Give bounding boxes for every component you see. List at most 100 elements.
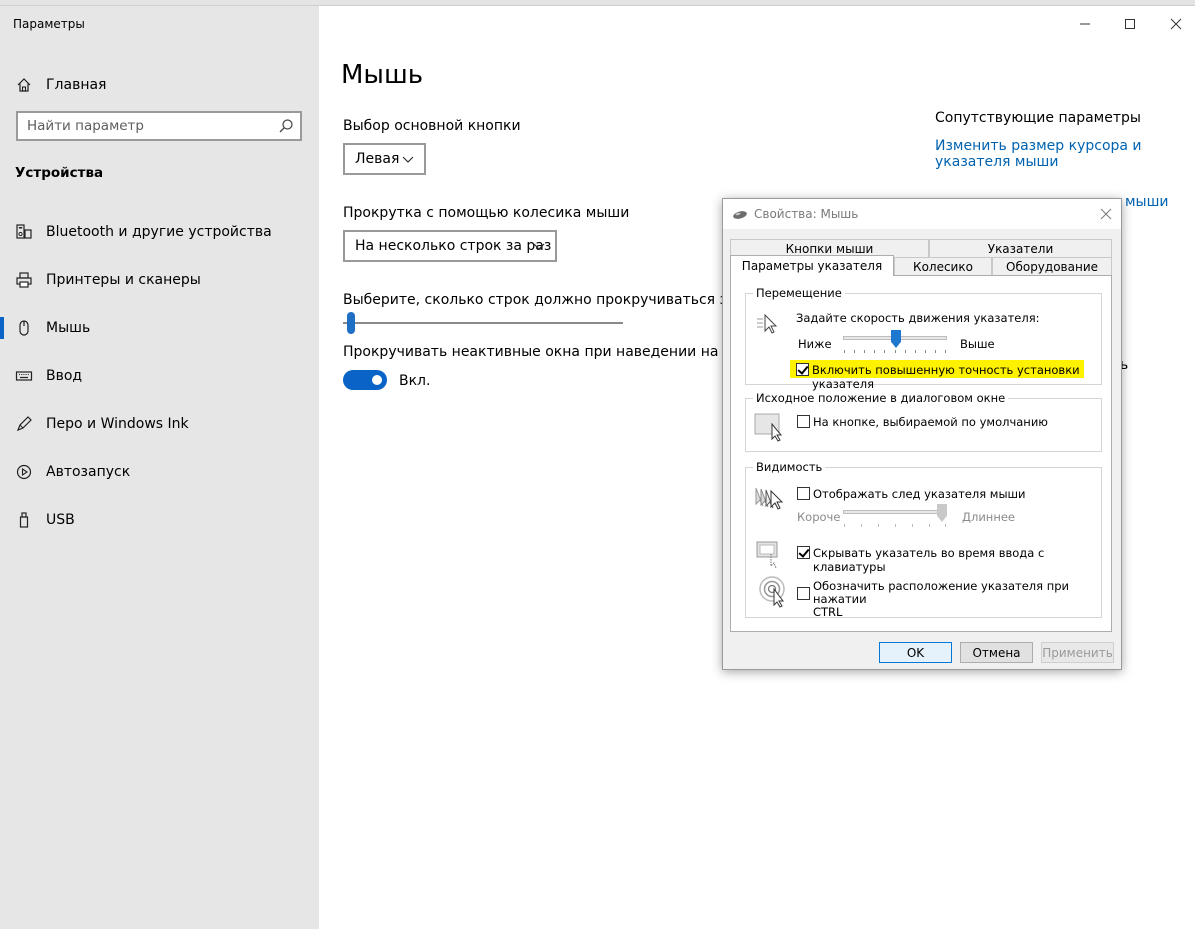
sidebar-item-label: Ввод: [46, 368, 83, 384]
snap-checkbox[interactable]: [797, 415, 810, 428]
search-input[interactable]: [18, 113, 267, 139]
inactive-scroll-toggle[interactable]: [343, 370, 387, 390]
minimize-icon: [1080, 23, 1090, 25]
mouse-properties-dialog: Свойства: Мышь Кнопки мыши Указатели Пар…: [722, 198, 1122, 670]
sidebar-item-label: USB: [46, 512, 75, 528]
faster-label: Выше: [960, 337, 995, 351]
ctrl-label-line: CTRL: [813, 605, 843, 619]
scroll-label: Прокрутка с помощью колесика мыши: [343, 205, 630, 221]
chevron-down-icon: [401, 152, 415, 170]
visibility-group-label: Видимость: [753, 460, 826, 474]
speed-slider-thumb[interactable]: [891, 330, 901, 348]
scroll-value: На несколько строк за раз: [355, 238, 552, 254]
keyboard-icon: [14, 366, 34, 386]
sidebar-item-label: Принтеры и сканеры: [46, 272, 201, 288]
trails-slider-thumb[interactable]: [937, 504, 947, 522]
trails-long-label: Длиннее: [962, 510, 1015, 524]
search-box[interactable]: [16, 111, 302, 141]
sidebar-item-label: Мышь: [46, 320, 91, 336]
maximize-button[interactable]: [1120, 14, 1140, 34]
primary-button-select[interactable]: Левая: [343, 143, 426, 175]
dialog-close-button[interactable]: [1097, 205, 1115, 223]
toggle-knob: [372, 375, 382, 385]
motion-group: Перемещение Задайте скорость движения ук…: [745, 286, 1102, 391]
apply-button[interactable]: Применить: [1041, 642, 1114, 663]
slower-label: Ниже: [798, 337, 832, 351]
home-icon: [14, 75, 34, 95]
lines-slider-track[interactable]: [343, 322, 623, 324]
sidebar: Параметры Главная Устройства Bluetooth и…: [0, 6, 319, 929]
close-icon: [1170, 18, 1182, 30]
close-button[interactable]: [1166, 14, 1186, 34]
section-title: Устройства: [15, 165, 104, 181]
snap-to-icon: [754, 412, 788, 445]
hide-while-typing-checkbox[interactable]: [797, 546, 810, 559]
link-line: указателя мыши: [935, 154, 1059, 170]
sidebar-item-printers[interactable]: Принтеры и сканеры: [0, 259, 319, 301]
snap-group: Исходное положение в диалоговом окне На …: [745, 391, 1102, 452]
pen-icon: [14, 414, 34, 434]
cursor-size-link[interactable]: Изменить размер курсора и указателя мыши: [935, 138, 1142, 170]
close-icon: [1100, 208, 1112, 220]
ok-button[interactable]: OK: [879, 642, 952, 663]
trails-label: Отображать след указателя мыши: [813, 487, 1026, 501]
ctrl-locate-checkbox[interactable]: [797, 587, 810, 600]
sidebar-item-home[interactable]: Главная: [14, 70, 106, 100]
mouse-app-icon: [732, 209, 748, 223]
inactive-scroll-label: Прокручивать неактивные окна при наведен…: [343, 344, 750, 360]
sidebar-item-usb[interactable]: USB: [0, 499, 319, 541]
sidebar-item-typing[interactable]: Ввод: [0, 355, 319, 397]
pointer-trails-icon: [753, 485, 787, 516]
trails-slider-track[interactable]: [843, 510, 947, 514]
sidebar-item-label: Автозапуск: [46, 464, 131, 480]
trails-short-label: Короче: [797, 510, 841, 524]
sidebar-item-mouse[interactable]: Мышь: [0, 307, 319, 349]
sidebar-item-pen[interactable]: Перо и Windows Ink: [0, 403, 319, 445]
snap-group-label: Исходное положение в диалоговом окне: [753, 391, 1009, 405]
tab-panel: Перемещение Задайте скорость движения ук…: [730, 275, 1112, 632]
page-title: Мышь: [341, 60, 424, 90]
printer-icon: [14, 270, 34, 290]
link-line: Изменить размер курсора и: [935, 138, 1142, 154]
cancel-button[interactable]: Отмена: [960, 642, 1033, 663]
scroll-select[interactable]: На несколько строк за раз: [343, 230, 557, 262]
snap-label: На кнопке, выбираемой по умолчанию: [813, 415, 1048, 429]
primary-button-value: Левая: [355, 151, 400, 167]
mouse-icon: [14, 318, 34, 338]
trails-checkbox[interactable]: [797, 487, 810, 500]
tab-wheel[interactable]: Колесико: [894, 257, 992, 275]
sidebar-item-bluetooth[interactable]: Bluetooth и другие устройства: [0, 211, 319, 253]
ctrl-locate-icon: [759, 576, 789, 611]
usb-icon: [14, 510, 34, 530]
minimize-button[interactable]: [1075, 14, 1095, 34]
primary-button-label: Выбор основной кнопки: [343, 118, 521, 134]
chevron-down-icon: [532, 239, 546, 257]
precision-label: Включить повышенную точность установки у…: [812, 363, 1080, 391]
hide-pointer-icon: [756, 540, 786, 573]
motion-group-label: Перемещение: [753, 286, 845, 300]
hide-while-typing-label: Скрывать указатель во время ввода с клав…: [813, 546, 1045, 574]
tab-hardware[interactable]: Оборудование: [992, 257, 1112, 275]
lines-slider-thumb[interactable]: [347, 312, 355, 334]
app-title: Параметры: [13, 17, 85, 31]
sidebar-item-label: Bluetooth и другие устройства: [46, 224, 272, 240]
more-mouse-settings-link[interactable]: мыши: [1125, 194, 1169, 210]
speed-label: Задайте скорость движения указателя:: [796, 311, 1040, 325]
sidebar-item-autoplay[interactable]: Автозапуск: [0, 451, 319, 493]
lines-label: Выберите, сколько строк должно прокручив…: [343, 292, 777, 308]
autoplay-icon: [14, 462, 34, 482]
tab-pointer-options[interactable]: Параметры указателя: [730, 255, 894, 276]
related-settings-title: Сопутствующие параметры: [935, 110, 1141, 126]
sidebar-item-label: Главная: [46, 77, 107, 93]
tab-pointers[interactable]: Указатели: [929, 239, 1112, 257]
toggle-state: Вкл.: [399, 373, 431, 389]
dialog-title: Свойства: Мышь: [754, 207, 859, 221]
ctrl-label-line: Обозначить расположение указателя при на…: [813, 579, 1069, 606]
visibility-group: Видимость Отображать след указателя мыши…: [745, 460, 1102, 619]
sidebar-item-label: Перо и Windows Ink: [46, 416, 189, 432]
bluetooth-devices-icon: [14, 222, 34, 242]
search-icon[interactable]: [278, 118, 294, 134]
precision-checkbox[interactable]: [796, 363, 809, 376]
pointer-speed-icon: [755, 311, 781, 340]
ctrl-locate-label: Обозначить расположение указателя при на…: [813, 580, 1101, 619]
